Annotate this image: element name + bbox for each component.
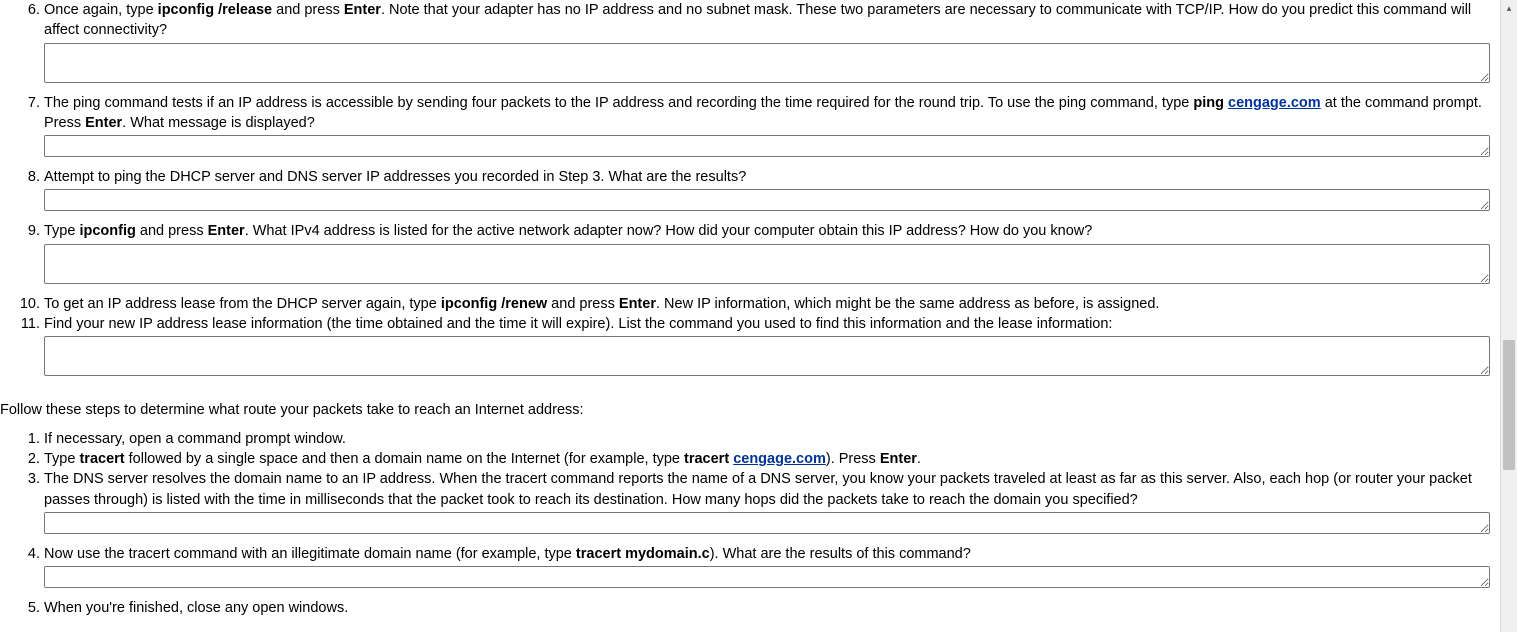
question-text: Find your new IP address lease informati… xyxy=(44,316,1112,332)
bold-text: ping xyxy=(1193,95,1228,111)
bold-text: Enter xyxy=(85,115,122,131)
list1-item-6: Once again, type ipconfig /release and p… xyxy=(44,0,1490,93)
answer-input[interactable] xyxy=(44,189,1490,211)
bold-text: Enter xyxy=(880,451,917,467)
list2-item-3: The DNS server resolves the domain name … xyxy=(44,469,1490,544)
bold-text: Enter xyxy=(619,296,656,312)
question-text: If necessary, open a command prompt wind… xyxy=(44,431,346,447)
answer-input[interactable] xyxy=(44,135,1490,157)
bold-text: Enter xyxy=(208,223,245,239)
question-text: Attempt to ping the DHCP server and DNS … xyxy=(44,169,746,185)
question-text: Now use the tracert command with an ille… xyxy=(44,546,971,562)
section-intro: Follow these steps to determine what rou… xyxy=(0,400,1490,420)
link[interactable]: cengage.com xyxy=(1228,95,1321,111)
vertical-scrollbar[interactable]: ▴ xyxy=(1500,0,1517,632)
list2-item-5: When you're finished, close any open win… xyxy=(44,598,1490,618)
list2-item-1: If necessary, open a command prompt wind… xyxy=(44,429,1490,449)
link[interactable]: cengage.com xyxy=(733,451,826,467)
answer-input[interactable] xyxy=(44,566,1490,588)
answer-input[interactable] xyxy=(44,43,1490,83)
list1-item-10: To get an IP address lease from the DHCP… xyxy=(44,294,1490,314)
list1-item-8: Attempt to ping the DHCP server and DNS … xyxy=(44,167,1490,221)
question-text: Once again, type ipconfig /release and p… xyxy=(44,2,1471,38)
scroll-up-button[interactable]: ▴ xyxy=(1501,0,1517,17)
bold-text: tracert xyxy=(684,451,733,467)
scroll-thumb[interactable] xyxy=(1503,340,1515,470)
bold-text: ipconfig /release xyxy=(158,2,272,18)
list2-item-2: Type tracert followed by a single space … xyxy=(44,449,1490,469)
question-text: The DNS server resolves the domain name … xyxy=(44,471,1472,507)
answer-input[interactable] xyxy=(44,512,1490,534)
bold-text: Enter xyxy=(344,2,381,18)
list1-item-11: Find your new IP address lease informati… xyxy=(44,314,1490,386)
list2-item-4: Now use the tracert command with an ille… xyxy=(44,544,1490,598)
question-text: The ping command tests if an IP address … xyxy=(44,95,1482,131)
bold-text: ipconfig xyxy=(79,223,135,239)
answer-input[interactable] xyxy=(44,336,1490,376)
question-text: When you're finished, close any open win… xyxy=(44,600,348,616)
answer-input[interactable] xyxy=(44,244,1490,284)
question-text: To get an IP address lease from the DHCP… xyxy=(44,296,1159,312)
list1-item-9: Type ipconfig and press Enter. What IPv4… xyxy=(44,221,1490,293)
bold-text: ipconfig /renew xyxy=(441,296,547,312)
question-text: Type ipconfig and press Enter. What IPv4… xyxy=(44,223,1092,239)
bold-text: tracert xyxy=(79,451,124,467)
document-content: Once again, type ipconfig /release and p… xyxy=(0,0,1500,632)
bold-text: tracert mydomain.c xyxy=(576,546,710,562)
list1-item-7: The ping command tests if an IP address … xyxy=(44,93,1490,168)
second-ordered-list: If necessary, open a command prompt wind… xyxy=(0,429,1490,619)
question-text: Type tracert followed by a single space … xyxy=(44,451,921,467)
first-ordered-list: Once again, type ipconfig /release and p… xyxy=(0,0,1490,386)
